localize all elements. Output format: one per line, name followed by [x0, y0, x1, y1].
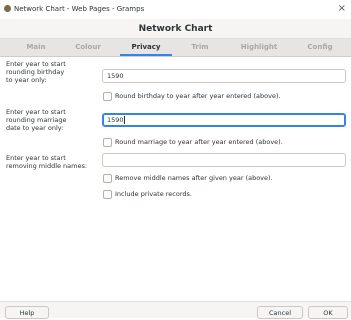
include-private-label: Include private records.	[115, 190, 192, 198]
window-titlebar: Network Chart - Web Pages - Gramps ×	[0, 0, 351, 19]
label-line: rounding birthday	[6, 68, 65, 76]
remove-middle-names-label: Remove middle names after given year (ab…	[115, 174, 273, 182]
cancel-button[interactable]: Cancel	[257, 306, 303, 319]
text-cursor	[123, 116, 125, 124]
label-line: Enter year to start	[6, 60, 66, 68]
middle-names-year-input[interactable]	[102, 153, 346, 167]
label-line: to year only:	[6, 76, 47, 84]
tab-highlight[interactable]: Highlight	[226, 39, 292, 56]
ok-button[interactable]: OK	[308, 306, 348, 319]
birthday-year-label: Enter year to start rounding birthday to…	[6, 60, 66, 84]
dialog-title: Network Chart	[138, 24, 213, 34]
dialog-header: Network Chart	[0, 19, 351, 39]
round-birthday-label: Round birthday to year after year entere…	[115, 92, 281, 100]
marriage-year-label: Enter year to start rounding marriage da…	[6, 108, 66, 132]
tab-config[interactable]: Config	[292, 39, 348, 56]
tab-colour[interactable]: Colour	[62, 39, 114, 56]
help-button[interactable]: Help	[5, 306, 49, 319]
tab-main[interactable]: Main	[10, 39, 62, 56]
privacy-panel: Enter year to start rounding birthday to…	[0, 57, 351, 301]
label-line: Enter year to start	[6, 108, 66, 116]
tab-trim[interactable]: Trim	[176, 39, 224, 56]
tab-bar: Main Colour Privacy Trim Highlight Confi…	[0, 39, 351, 57]
include-private-checkbox[interactable]	[103, 190, 112, 199]
label-line: removing middle names:	[6, 162, 88, 170]
round-birthday-checkbox[interactable]	[103, 92, 112, 101]
gramps-app-icon	[4, 5, 11, 12]
round-marriage-label: Round marriage to year after year entere…	[115, 138, 283, 146]
label-line: date to year only:	[6, 124, 64, 132]
marriage-year-value: 1590	[107, 116, 124, 124]
window-title: Network Chart - Web Pages - Gramps	[14, 5, 145, 13]
label-line: Enter year to start	[6, 154, 66, 162]
round-marriage-checkbox[interactable]	[103, 138, 112, 147]
birthday-year-value: 1590	[107, 72, 124, 80]
middle-names-year-label: Enter year to start removing middle name…	[6, 154, 87, 170]
remove-middle-names-checkbox[interactable]	[103, 174, 112, 183]
tab-privacy[interactable]: Privacy	[118, 39, 174, 56]
birthday-year-input[interactable]: 1590	[102, 69, 346, 83]
label-line: rounding marriage	[6, 116, 67, 124]
marriage-year-input[interactable]: 1590	[102, 113, 346, 127]
close-icon[interactable]: ×	[338, 3, 346, 15]
